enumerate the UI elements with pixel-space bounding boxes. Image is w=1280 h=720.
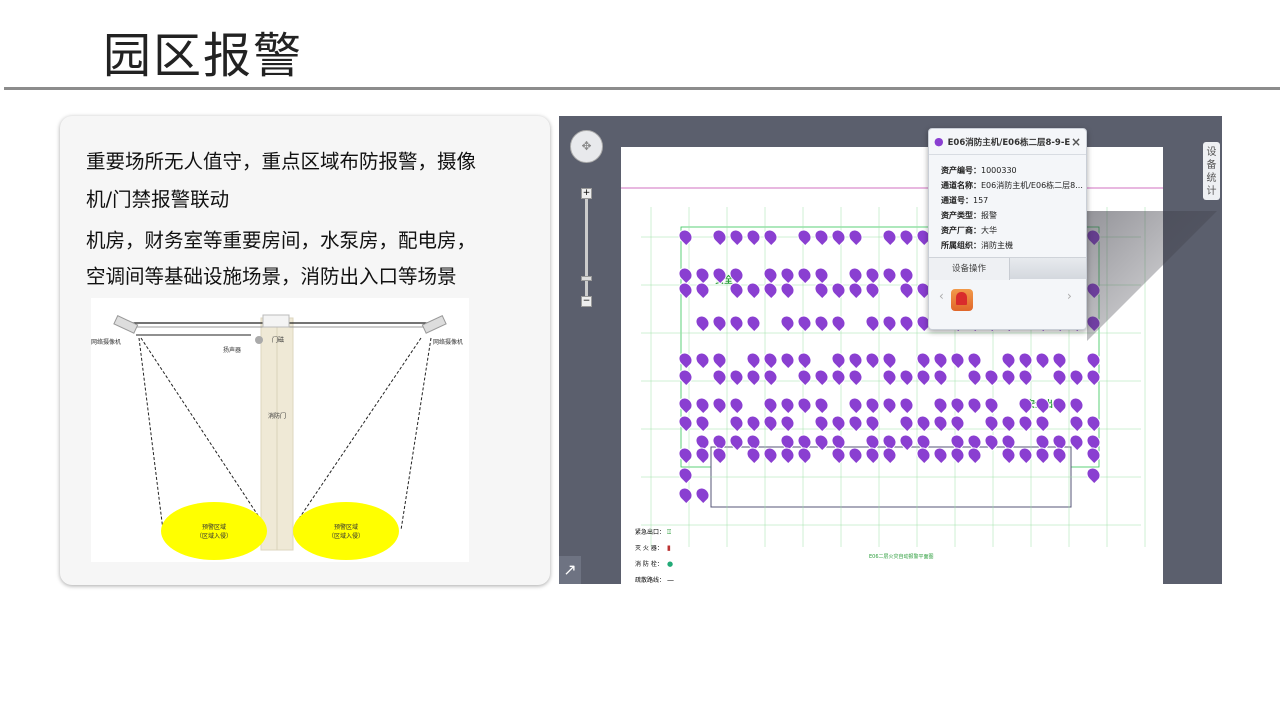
alarm-device-button[interactable] <box>951 289 973 311</box>
tab-device-operation[interactable]: 设备操作 <box>929 258 1010 280</box>
popup-field: 资产厂商：大华 <box>941 226 997 235</box>
description-line: 机/门禁报警联动 <box>86 188 230 211</box>
expand-arrow-icon: ↗ <box>563 560 577 579</box>
speaker-icon <box>255 336 263 344</box>
expand-button[interactable]: ↗ <box>559 556 581 584</box>
legend-extinguisher: 灭 火 器： <box>635 545 663 552</box>
speaker-label: 扬声器 <box>223 346 241 354</box>
popup-field: 通道号：157 <box>941 196 989 205</box>
zone-left-sublabel: （区域入侵） <box>196 532 232 540</box>
popup-field: 资产类型：报警 <box>941 211 997 220</box>
warning-zone-right <box>293 502 399 560</box>
popup-field: 资产编号：1000330 <box>941 166 1017 175</box>
door-sensor-label: 门磁 <box>272 336 284 344</box>
device-info-popup: ● E06消防主机/E06栋二层8-9-E... × 资产编号：1000330 … <box>928 128 1087 330</box>
next-button[interactable]: › <box>1067 289 1072 303</box>
fire-door-label: 消防门 <box>268 412 286 420</box>
description-line: 空调间等基础设施场景，消防出入口等场景 <box>86 265 457 288</box>
legend-route: 疏散路线： <box>635 576 665 584</box>
zoom-in-button[interactable]: + <box>581 188 592 199</box>
warning-zone-left <box>161 502 267 560</box>
plan-caption: E06二层火灾自动报警平面图 <box>869 553 934 560</box>
pan-control[interactable]: ✥ <box>570 130 603 163</box>
legend-exit-icon: ⍐ <box>667 528 671 536</box>
zoom-slider[interactable] <box>585 196 588 301</box>
zone-right-sublabel: （区域入侵） <box>328 532 364 540</box>
popup-field: 所属组织：消防主機 <box>941 241 1013 250</box>
page-title: 园区报警 <box>103 28 304 84</box>
legend-hydrant-icon: ● <box>667 560 673 568</box>
popup-field: 通道名称：E06消防主机/E06栋二层8... <box>941 181 1083 190</box>
description-line: 重要场所无人值守，重点区域布防报警，摄像 <box>86 150 477 173</box>
description-card: 重要场所无人值守，重点区域布防报警，摄像 机/门禁报警联动 机房，财务室等重要房… <box>60 116 550 585</box>
legend-extinguisher-icon: ▮ <box>667 544 671 552</box>
zoom-out-button[interactable]: − <box>581 296 592 307</box>
popup-close-button[interactable]: × <box>1071 135 1081 149</box>
legend-exit: 紧急出口： <box>635 528 665 536</box>
legend-route-icon: — <box>667 576 674 584</box>
device-statistics-tab[interactable]: 设备统计 <box>1203 142 1220 200</box>
alarm-diagram: 网络摄像机 网络摄像机 扬声器 门磁 消防门 预警区域 （区域入侵） 预警区域 … <box>91 298 469 562</box>
prev-button[interactable]: ‹ <box>939 289 944 303</box>
popup-title: E06消防主机/E06栋二层8-9-E... <box>947 137 1071 148</box>
zone-left-label: 预警区域 <box>202 523 226 531</box>
floor-plan-map[interactable]: 安全出口 安全 紧急出口： 灭 火 器： 消 防 栓： 疏散路线： ⍐ ▮ ● … <box>559 116 1222 584</box>
legend-hydrant: 消 防 栓： <box>635 560 663 568</box>
camera-left-icon <box>113 315 139 334</box>
camera-right-icon <box>421 315 447 334</box>
title-divider <box>4 87 1280 90</box>
alarm-light-icon <box>956 292 967 305</box>
zoom-slider-handle[interactable] <box>581 276 592 281</box>
zone-right-label: 预警区域 <box>334 523 358 531</box>
location-pin-icon: ● <box>934 135 944 148</box>
description-line: 机房，财务室等重要房间，水泵房，配电房， <box>86 229 477 252</box>
camera-right-label: 网络摄像机 <box>433 338 463 346</box>
camera-left-label: 网络摄像机 <box>91 338 121 346</box>
door-sensor-icon <box>262 314 290 328</box>
